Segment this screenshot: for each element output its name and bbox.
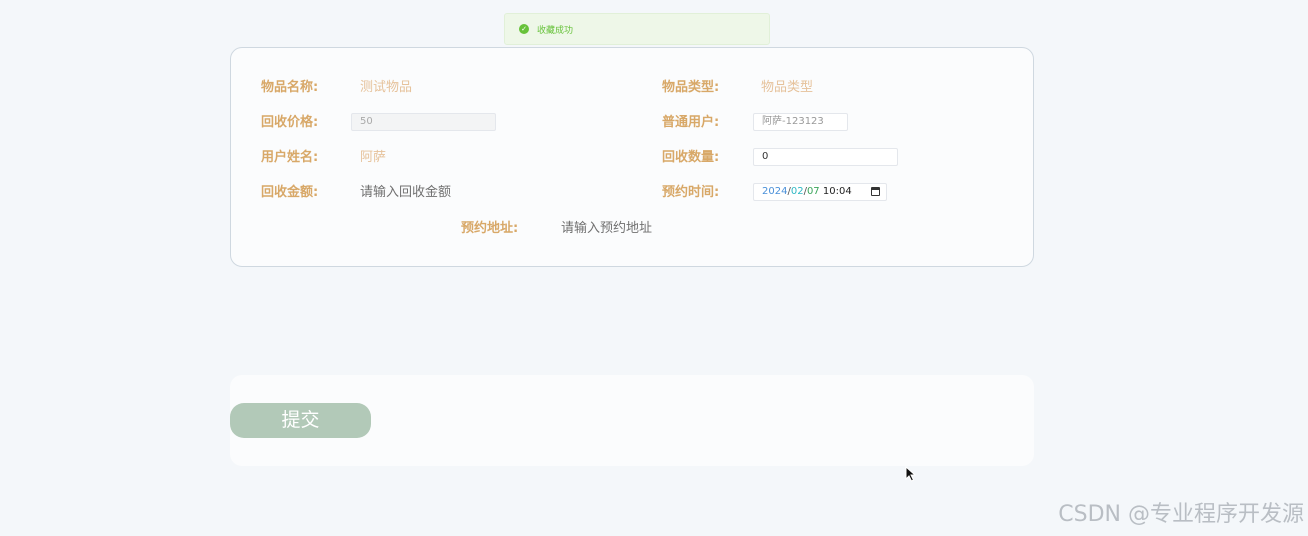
quantity-input[interactable]: 0 (753, 148, 898, 166)
recycle-form-card: 物品名称: 测试物品 物品类型: 物品类型 回收价格: 50 普通用户: 阿萨-… (230, 47, 1034, 267)
mouse-cursor-icon (905, 466, 916, 482)
address-label: 预约地址: (461, 221, 519, 236)
user-label: 普通用户: (662, 115, 720, 130)
quantity-label: 回收数量: (662, 150, 720, 165)
username-value: 阿萨 (360, 150, 387, 165)
submit-button[interactable]: 提交 (230, 403, 371, 438)
time-label: 预约时间: (662, 185, 720, 200)
amount-label: 回收金额: (261, 185, 319, 200)
csdn-watermark: CSDN @专业程序开发源 (1058, 502, 1304, 527)
price-label: 回收价格: (261, 115, 319, 130)
datetime-year: 2024 (762, 186, 788, 197)
amount-input[interactable]: 请输入回收金额 (360, 185, 451, 201)
success-toast: ✓ 收藏成功 (504, 13, 770, 45)
check-circle-icon: ✓ (519, 24, 529, 34)
username-label: 用户姓名: (261, 150, 319, 165)
price-input[interactable]: 50 (351, 113, 496, 131)
datetime-month: 02 (790, 186, 804, 197)
datetime-clock: 10:04 (822, 186, 852, 197)
datetime-day: 07 (806, 186, 820, 197)
item-name-label: 物品名称: (261, 80, 319, 95)
datetime-input[interactable]: 2024/02/07 10:04 (753, 183, 887, 201)
item-type-value: 物品类型 (761, 80, 814, 95)
calendar-icon[interactable] (871, 187, 880, 196)
item-name-value: 测试物品 (360, 80, 413, 95)
address-input[interactable]: 请输入预约地址 (561, 221, 652, 237)
toast-message: 收藏成功 (537, 25, 574, 36)
user-input[interactable]: 阿萨-123123 (753, 113, 848, 131)
item-type-label: 物品类型: (662, 80, 720, 95)
